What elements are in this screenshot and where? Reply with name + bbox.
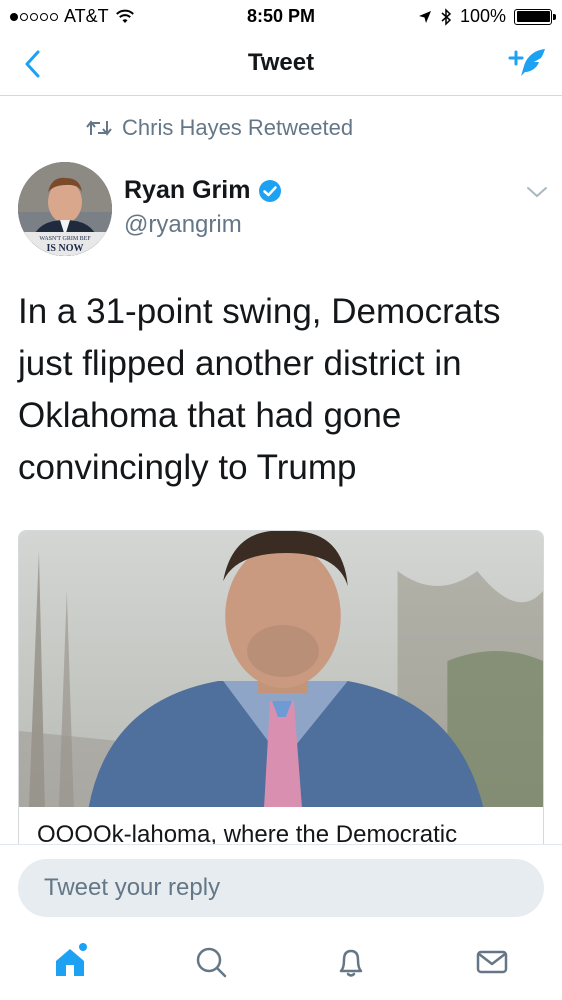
bell-icon <box>339 949 363 977</box>
status-right: 100% <box>418 6 556 27</box>
author-handle[interactable]: @ryangrim <box>124 211 242 239</box>
retweet-context[interactable]: Chris Hayes Retweeted <box>86 115 353 141</box>
author-name-row: Ryan Grim <box>124 176 282 205</box>
reply-input[interactable] <box>18 859 544 917</box>
page-title: Tweet <box>247 49 315 76</box>
location-icon <box>418 10 431 23</box>
tweet-options-button[interactable] <box>524 182 550 202</box>
chevron-down-icon <box>527 187 547 198</box>
link-card[interactable]: OOOOk-lahoma, where the Democratic <box>18 530 544 860</box>
bluetooth-icon <box>441 7 452 26</box>
tab-search[interactable] <box>186 937 236 987</box>
nav-bar: Tweet <box>0 34 562 96</box>
avatar-caption-bottom: IS NOW <box>47 243 84 254</box>
compose-feather-icon <box>508 49 545 76</box>
avatar-caption-top: WASN'T GRIM BEF <box>39 236 91 242</box>
chevron-left-icon <box>25 50 40 78</box>
tab-messages[interactable] <box>467 937 517 987</box>
retweet-context-label: Chris Hayes Retweeted <box>122 115 354 140</box>
retweet-icon <box>86 120 112 136</box>
tab-notifications[interactable] <box>326 937 376 987</box>
author-avatar[interactable]: WASN'T GRIM BEF IS NOW <box>18 162 112 256</box>
status-bar: AT&T 8:50 PM 100% <box>0 0 562 34</box>
author-name[interactable]: Ryan Grim <box>124 176 250 205</box>
tweet-text: In a 31-point swing, Democrats just flip… <box>18 292 501 487</box>
search-icon <box>196 947 227 978</box>
tab-home[interactable] <box>45 937 95 987</box>
compose-tweet-button[interactable] <box>506 44 548 84</box>
card-image <box>19 531 543 807</box>
reply-area <box>0 844 562 1000</box>
battery-percent: 100% <box>459 6 506 26</box>
battery-icon <box>514 8 556 25</box>
avatar-image: WASN'T GRIM BEF IS NOW <box>18 162 112 256</box>
back-button[interactable] <box>14 46 50 82</box>
envelope-icon <box>476 950 508 974</box>
verified-badge-icon <box>259 179 282 202</box>
notification-dot-icon <box>79 943 87 951</box>
home-icon <box>56 943 87 976</box>
bottom-tab-bar <box>0 937 562 993</box>
